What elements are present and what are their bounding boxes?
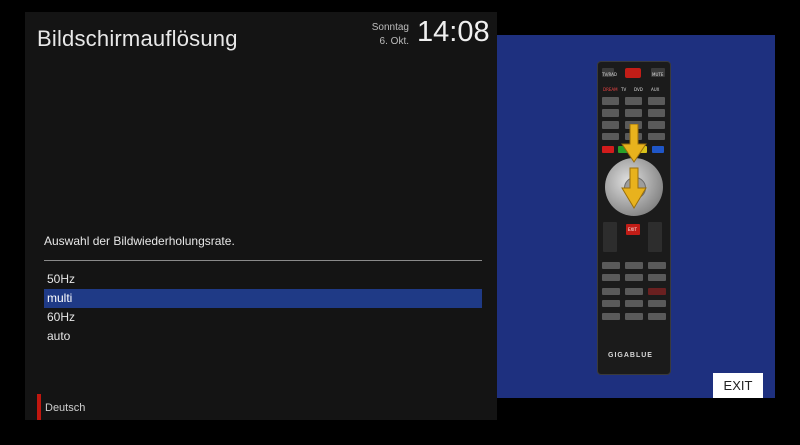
function-key <box>625 262 643 269</box>
date-display: Sonntag 6. Okt. <box>363 21 409 49</box>
media-key <box>602 313 620 320</box>
remote-brand-logo: GIGABLUE <box>608 352 653 359</box>
number-key <box>602 109 619 117</box>
power-icon <box>625 68 641 78</box>
number-key <box>602 97 619 105</box>
weekday-label: Sonntag <box>371 22 409 33</box>
help-panel: TV/RAD MUTE DREAM TV DVD AUX EXIT GIGABL… <box>497 35 775 398</box>
number-key <box>648 121 665 129</box>
volume-rocker <box>603 222 617 252</box>
number-key <box>648 97 665 105</box>
red-key-indicator <box>37 394 41 420</box>
option-multi[interactable]: multi <box>44 289 482 308</box>
tv-radio-label: TV/RAD <box>602 72 617 77</box>
number-key <box>625 109 642 117</box>
function-key <box>648 262 666 269</box>
media-key <box>625 313 643 320</box>
exit-key-label: EXIT <box>628 227 637 232</box>
function-key <box>602 274 620 281</box>
down-arrow-icon <box>621 124 647 209</box>
source-label-dvd: DVD <box>634 87 643 92</box>
media-key <box>602 300 620 307</box>
option-50hz[interactable]: 50Hz <box>44 270 482 289</box>
option-auto[interactable]: auto <box>44 327 482 346</box>
media-key <box>602 288 620 295</box>
blue-color-key <box>652 146 664 153</box>
media-key <box>648 300 666 307</box>
function-key <box>602 262 620 269</box>
channel-rocker <box>648 222 662 252</box>
record-key <box>648 288 666 295</box>
source-label-aux: AUX <box>651 87 660 92</box>
media-key <box>625 300 643 307</box>
number-key <box>602 121 619 129</box>
red-color-key <box>602 146 614 153</box>
number-key <box>648 133 665 140</box>
divider <box>44 260 482 261</box>
page-title: Bildschirmauflösung <box>37 26 238 51</box>
language-button[interactable]: Deutsch <box>45 402 85 414</box>
function-key <box>625 274 643 281</box>
remote-control-image: TV/RAD MUTE DREAM TV DVD AUX EXIT GIGABL… <box>597 61 671 375</box>
clock: 14:08 <box>417 16 490 48</box>
option-list: 50Hz multi 60Hz auto <box>44 270 482 346</box>
number-key <box>602 133 619 140</box>
setting-description: Auswahl der Bildwiederholungsrate. <box>44 234 235 248</box>
option-60hz[interactable]: 60Hz <box>44 308 482 327</box>
media-key <box>625 288 643 295</box>
media-key <box>648 313 666 320</box>
date-label: 6. Okt. <box>379 36 409 47</box>
exit-button[interactable]: EXIT <box>713 373 763 398</box>
mute-label: MUTE <box>652 72 664 77</box>
settings-panel: Bildschirmauflösung Sonntag 6. Okt. 14:0… <box>25 12 497 420</box>
number-key <box>625 97 642 105</box>
source-label-tv: TV <box>621 87 627 92</box>
source-label-dream: DREAM <box>603 87 618 92</box>
number-key <box>648 109 665 117</box>
function-key <box>648 274 666 281</box>
